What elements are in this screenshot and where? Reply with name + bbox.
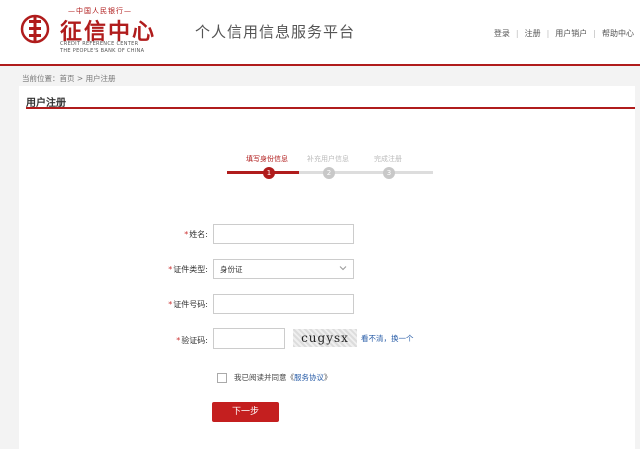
name-label-text: 姓名: <box>189 230 208 239</box>
required-mark: * <box>184 230 189 239</box>
step-2-marker: 2 <box>323 167 335 179</box>
header-divider <box>0 64 640 66</box>
chevron-down-icon <box>339 266 347 271</box>
refresh-captcha-link[interactable]: 看不清，换一个 <box>361 333 414 344</box>
required-mark: * <box>168 265 173 274</box>
nav-close-account-link[interactable]: 用户销户 <box>555 29 587 38</box>
agree-prefix: 我已阅读并同意《 <box>234 373 294 382</box>
agree-text: 我已阅读并同意《服务协议》 <box>234 372 332 383</box>
breadcrumb-current: 用户注册 <box>85 74 116 83</box>
required-mark: * <box>176 336 181 345</box>
required-mark: * <box>168 300 173 309</box>
brand-english-line1: CREDIT REFERENCE CENTER <box>60 41 139 47</box>
service-agreement-link[interactable]: 服务协议 <box>294 373 324 382</box>
platform-title: 个人信用信息服务平台 <box>195 23 356 41</box>
breadcrumb: 当前位置：首页 > 用户注册 <box>22 73 116 84</box>
step-1-marker: 1 <box>263 167 275 179</box>
agree-suffix: 》 <box>324 373 332 382</box>
nav-help-link[interactable]: 帮助中心 <box>602 29 634 38</box>
id-type-label-text: 证件类型: <box>173 265 208 274</box>
id-type-select[interactable]: 身份证 <box>213 259 354 279</box>
captcha-label-text: 验证码: <box>181 336 208 345</box>
nav-register-link[interactable]: 注册 <box>525 29 541 38</box>
next-step-button[interactable]: 下一步 <box>212 402 279 422</box>
breadcrumb-prefix: 当前位置： <box>22 74 60 83</box>
captcha-image[interactable]: cugysx <box>293 329 357 347</box>
step-3-marker: 3 <box>383 167 395 179</box>
credit-center-logo <box>20 14 50 44</box>
breadcrumb-separator: > <box>74 74 86 83</box>
name-field[interactable] <box>213 224 354 244</box>
id-type-label: *证件类型: <box>168 264 208 275</box>
captcha-field[interactable] <box>213 328 285 349</box>
agree-checkbox[interactable] <box>217 373 227 383</box>
id-number-label: *证件号码: <box>168 299 208 310</box>
step-progress-track <box>299 171 433 174</box>
brand-english-line2: THE PEOPLE'S BANK OF CHINA <box>60 48 145 54</box>
name-label: *姓名: <box>184 229 208 240</box>
breadcrumb-home-link[interactable]: 首页 <box>60 74 75 83</box>
site-header: —中国人民银行— 征信中心 CREDIT REFERENCE CENTER TH… <box>0 0 640 64</box>
step-1-label: 填写身份信息 <box>246 155 288 163</box>
id-number-label-text: 证件号码: <box>173 300 208 309</box>
id-type-value: 身份证 <box>220 265 243 274</box>
step-2-label: 补充用户信息 <box>307 155 349 163</box>
captcha-label: *验证码: <box>176 335 208 346</box>
step-3-label: 完成注册 <box>374 155 402 163</box>
top-nav: 登录 | 注册 | 用户销户 | 帮助中心 <box>493 29 634 38</box>
id-number-field[interactable] <box>213 294 354 314</box>
title-divider <box>26 107 635 109</box>
nav-login-link[interactable]: 登录 <box>494 29 510 38</box>
